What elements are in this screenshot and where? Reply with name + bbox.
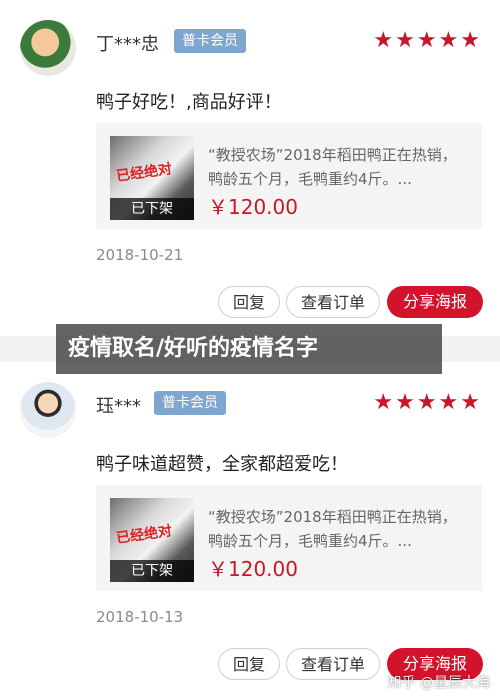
avatar[interactable]: [20, 20, 76, 76]
review-date: 2018-10-21: [96, 246, 184, 264]
rating-stars-icon: ★★★★★: [373, 390, 482, 415]
share-poster-button[interactable]: 分享海报: [387, 286, 483, 318]
reply-button[interactable]: 回复: [218, 286, 280, 318]
view-order-button[interactable]: 查看订单: [286, 286, 380, 318]
rating-stars-icon: ★★★★★: [373, 28, 482, 53]
review-text: 鸭子味道超赞，全家都超爱吃！: [96, 454, 348, 475]
review-card: 丁***忠 普卡会员 ★★★★★ 鸭子好吃！,商品好评！ 已经绝对 已下架 “教…: [0, 0, 500, 336]
thumbnail-stamp: 已经绝对: [115, 523, 173, 547]
reply-button[interactable]: 回复: [218, 648, 280, 680]
product-price: ￥120.00: [208, 557, 298, 581]
avatar[interactable]: [20, 382, 76, 438]
product-description: “教授农场”2018年稻田鸭正在热销，鸭龄五个月，毛鸭重约4斤。...: [208, 146, 457, 188]
product-card[interactable]: 已经绝对 已下架 “教授农场”2018年稻田鸭正在热销，鸭龄五个月，毛鸭重约4斤…: [96, 485, 482, 591]
article-title-banner: 疫情取名/好听的疫情名字: [56, 324, 442, 374]
sold-out-label: 已下架: [110, 560, 194, 582]
member-badge: 普卡会员: [154, 391, 226, 415]
thumbnail-stamp: 已经绝对: [115, 161, 173, 185]
watermark: 知乎 @星辰大海: [387, 675, 490, 691]
sold-out-label: 已下架: [110, 198, 194, 220]
product-card[interactable]: 已经绝对 已下架 “教授农场”2018年稻田鸭正在热销，鸭龄五个月，毛鸭重约4斤…: [96, 123, 482, 229]
view-order-button[interactable]: 查看订单: [286, 648, 380, 680]
review-card: 珏*** 普卡会员 ★★★★★ 鸭子味道超赞，全家都超爱吃！ 已经绝对 已下架 …: [0, 362, 500, 698]
username: 丁***忠: [96, 34, 159, 55]
product-thumbnail: 已经绝对 已下架: [110, 136, 194, 220]
username: 珏***: [96, 396, 141, 417]
product-price: ￥120.00: [208, 195, 298, 219]
review-date: 2018-10-13: [96, 608, 184, 626]
member-badge: 普卡会员: [174, 29, 246, 53]
review-text: 鸭子好吃！,商品好评！: [96, 92, 282, 113]
product-description: “教授农场”2018年稻田鸭正在热销，鸭龄五个月，毛鸭重约4斤。...: [208, 508, 457, 550]
product-thumbnail: 已经绝对 已下架: [110, 498, 194, 582]
